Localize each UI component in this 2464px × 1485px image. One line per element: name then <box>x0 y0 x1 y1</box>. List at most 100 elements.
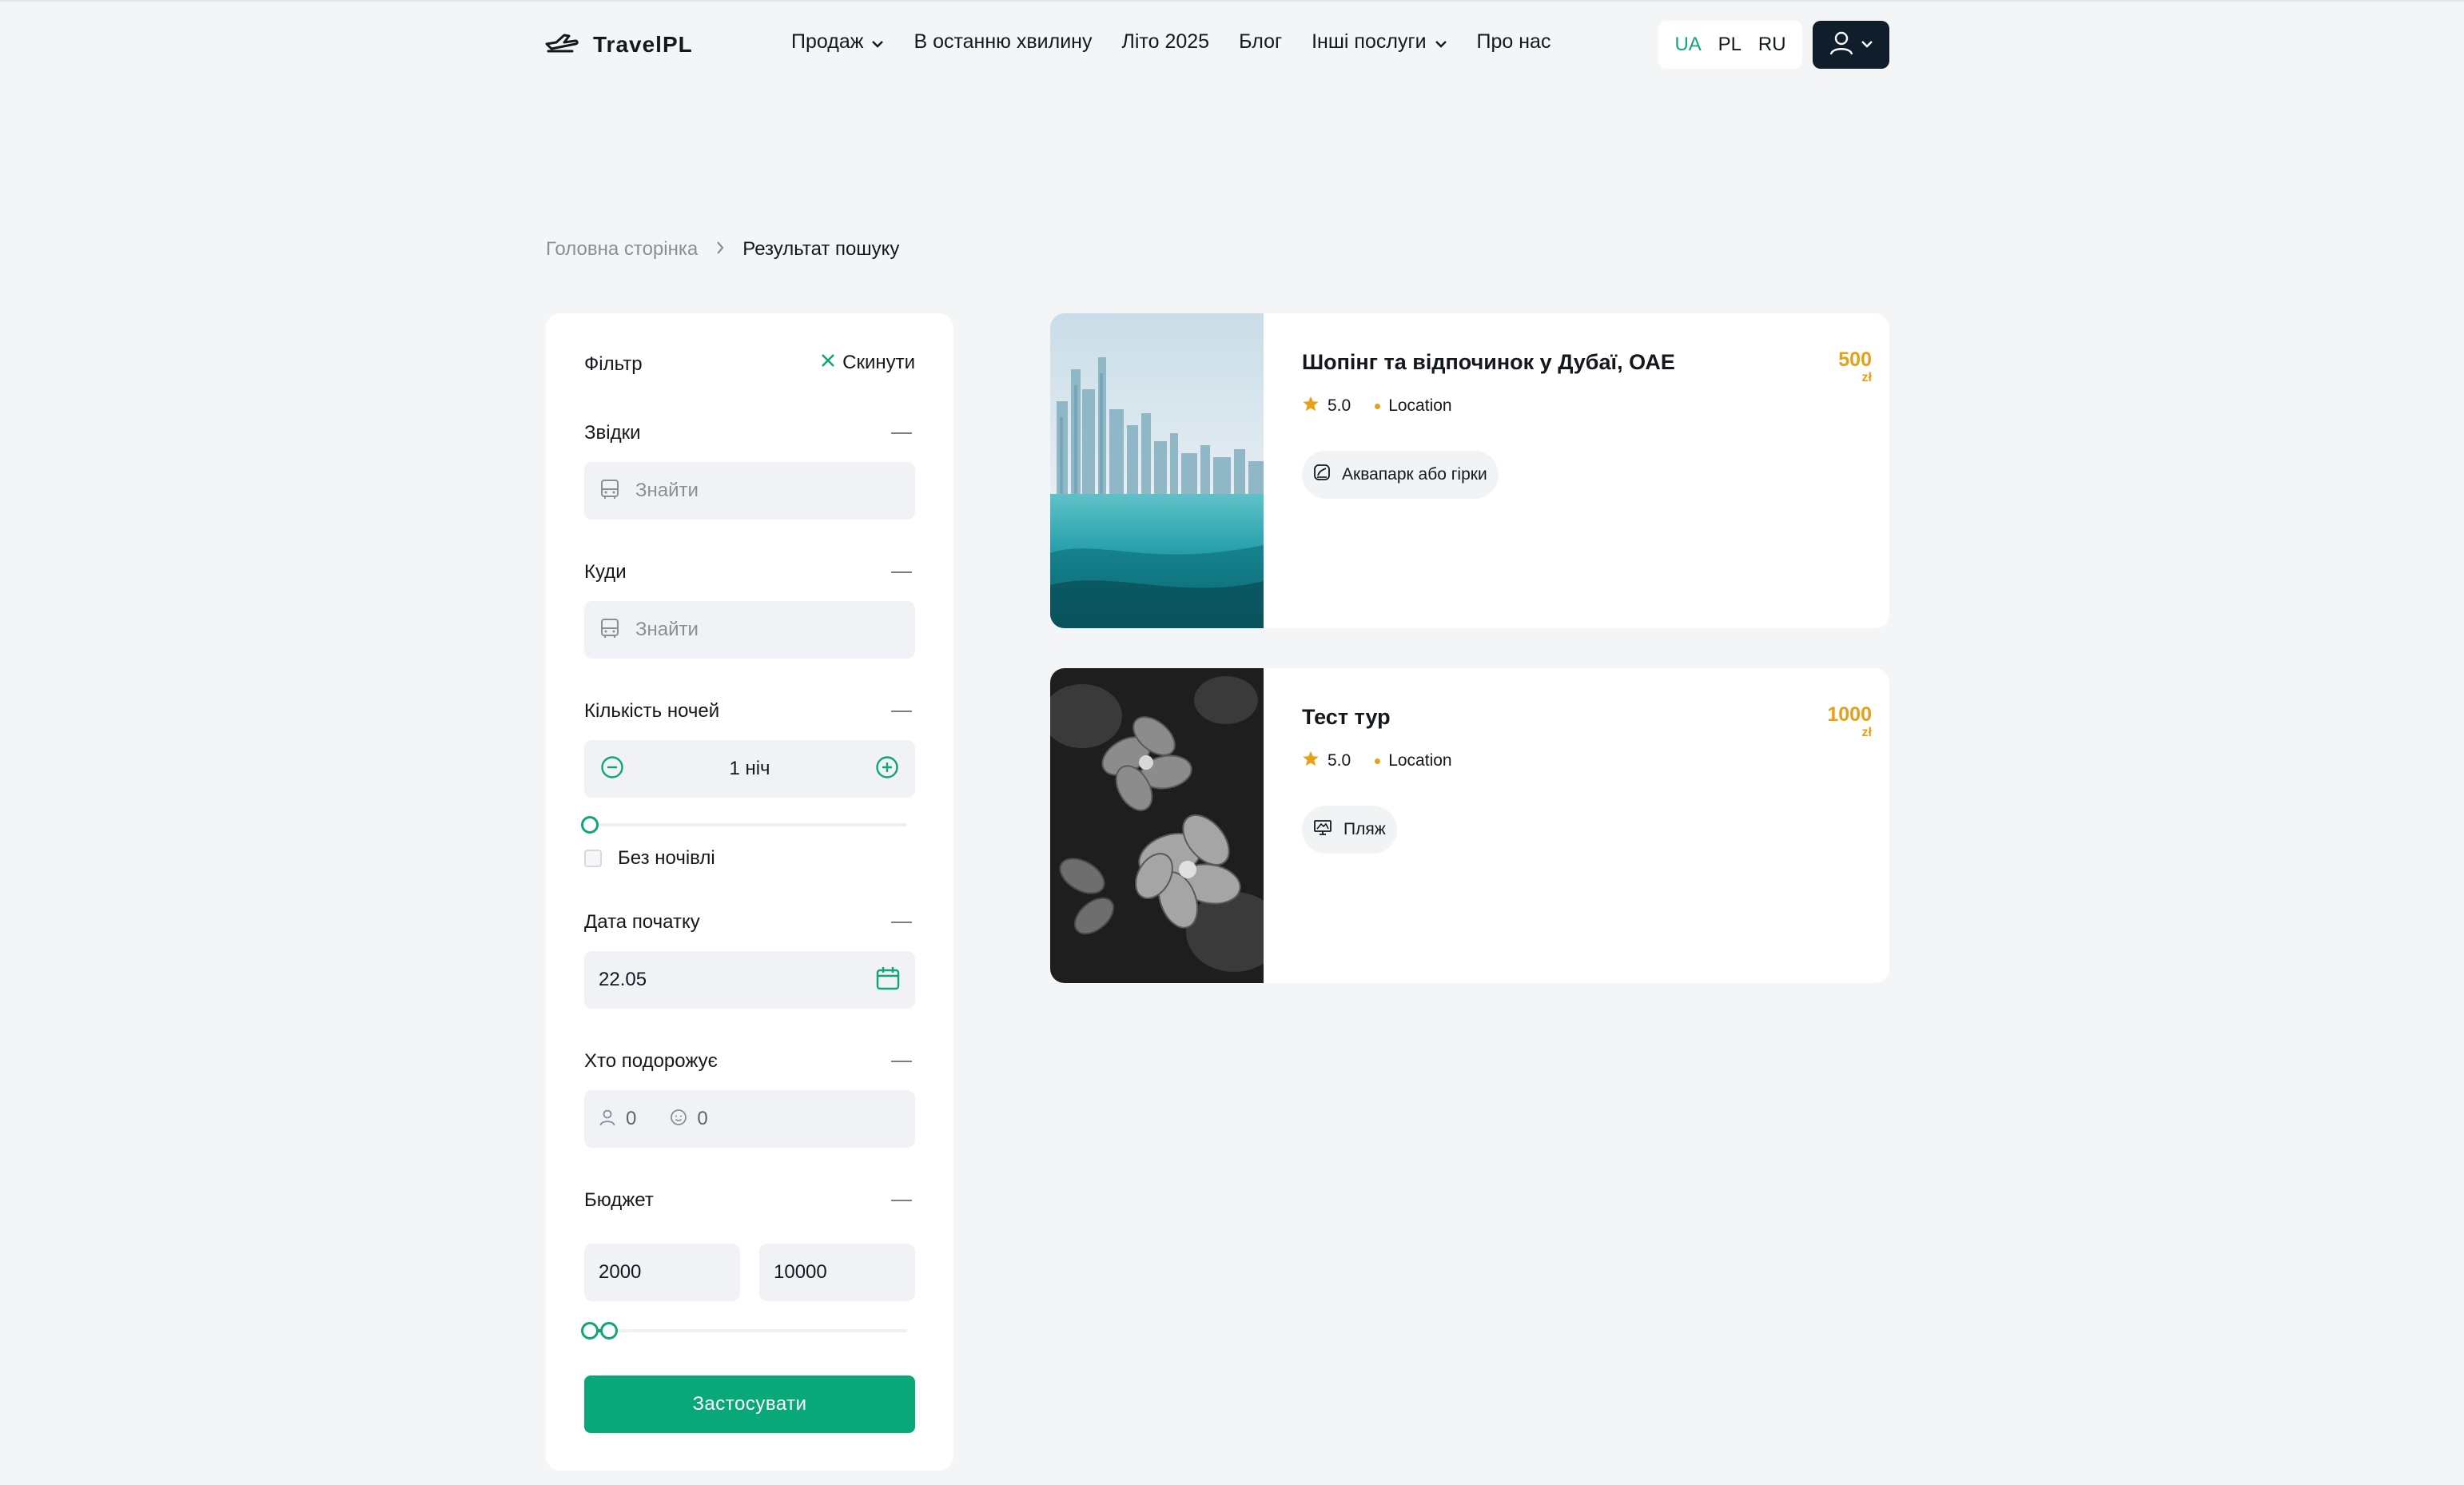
lang-ru[interactable]: RU <box>1758 34 1786 56</box>
budget-max-field <box>759 1244 915 1301</box>
price-amount: 1000 <box>1827 703 1872 726</box>
to-label: Куди <box>584 561 627 583</box>
tour-title[interactable]: Шопінг та відпочинок у Дубаї, ОАЕ <box>1302 350 1675 375</box>
from-input[interactable] <box>635 480 901 502</box>
lang-ua[interactable]: UA <box>1674 34 1701 56</box>
budget-label: Бюджет <box>584 1189 654 1211</box>
language-switcher: UA PL RU <box>1658 21 1802 69</box>
breadcrumb-home[interactable]: Головна сторінка <box>546 238 698 261</box>
from-label: Звідки <box>584 422 641 444</box>
tour-tag: Пляж <box>1302 806 1397 854</box>
tour-rating: 5.0 <box>1328 751 1351 770</box>
lang-pl[interactable]: PL <box>1718 34 1742 56</box>
chevron-down-icon <box>1861 38 1873 52</box>
tag-label: Аквапарк або гірки <box>1342 465 1487 484</box>
collapse-travelers-button[interactable] <box>891 1061 912 1062</box>
logo-text: TravelPL <box>593 32 693 57</box>
no-overnight-checkbox[interactable] <box>584 850 602 867</box>
plus-circle-icon[interactable] <box>875 755 899 783</box>
budget-min-knob[interactable] <box>581 1322 599 1340</box>
tag-label: Пляж <box>1343 820 1386 838</box>
nights-slider-knob[interactable] <box>581 816 599 834</box>
from-field <box>584 462 915 520</box>
nights-slider[interactable] <box>581 816 907 834</box>
price-currency: zł <box>1861 371 1872 384</box>
start-date-input[interactable] <box>599 969 861 991</box>
reset-label: Скинути <box>842 352 915 373</box>
calendar-icon[interactable] <box>875 965 901 995</box>
budget-slider[interactable] <box>581 1322 907 1340</box>
header: TravelPL Продаж В останню хвилину Літо 2… <box>545 21 1889 69</box>
main-nav: Продаж В останню хвилину Літо 2025 Блог … <box>791 30 1550 54</box>
nav-about[interactable]: Про нас <box>1477 30 1551 54</box>
collapse-nights-button[interactable] <box>891 711 912 712</box>
tour-rating: 5.0 <box>1328 396 1351 415</box>
star-icon <box>1302 750 1320 772</box>
nav-summer-2025[interactable]: Літо 2025 <box>1121 30 1209 54</box>
nav-label: Про нас <box>1476 30 1551 53</box>
minus-circle-icon[interactable] <box>600 755 624 783</box>
chevron-right-icon <box>715 238 725 261</box>
adult-icon <box>599 1109 616 1130</box>
location-dot <box>1375 403 1381 409</box>
tour-image-flowers <box>1050 668 1264 983</box>
tour-image-dubai <box>1050 313 1264 628</box>
collapse-budget-button[interactable] <box>891 1200 912 1201</box>
close-icon <box>820 352 836 374</box>
collapse-from-button[interactable] <box>891 432 912 434</box>
adults-count: 0 <box>626 1108 637 1129</box>
bus-icon <box>599 478 621 504</box>
tour-price: 1000 zł <box>1827 705 1872 739</box>
user-icon <box>1829 30 1854 60</box>
nav-blog[interactable]: Блог <box>1239 30 1282 54</box>
budget-min-input[interactable] <box>599 1261 726 1284</box>
nav-label: В останню хвилину <box>914 30 1093 53</box>
children-count: 0 <box>697 1108 708 1129</box>
logo[interactable]: TravelPL <box>545 29 693 61</box>
to-input[interactable] <box>635 619 901 641</box>
price-currency: zł <box>1861 726 1872 739</box>
plane-icon <box>545 33 579 58</box>
budget-max-knob[interactable] <box>600 1322 619 1340</box>
waterpark-icon <box>1313 464 1331 486</box>
budget-min-field <box>584 1244 740 1301</box>
price-amount: 500 <box>1838 348 1872 371</box>
reset-button[interactable]: Скинути <box>820 352 915 374</box>
travelers-field[interactable]: 0 0 <box>584 1090 915 1148</box>
filter-panel: Фільтр Скинути Звідки Куди Кількість ноч… <box>546 313 953 1471</box>
beach-icon <box>1313 818 1332 841</box>
chevron-down-icon <box>1435 30 1447 54</box>
filter-title: Фільтр <box>584 353 643 375</box>
tour-location: Location <box>1388 751 1452 770</box>
to-field <box>584 601 915 659</box>
tour-card[interactable]: Шопінг та відпочинок у Дубаї, ОАЕ 500 zł… <box>1050 313 1889 628</box>
nav-label: Продаж <box>791 30 864 53</box>
breadcrumb-current: Результат пошуку <box>742 238 900 260</box>
top-border <box>0 0 2464 2</box>
nav-other-services[interactable]: Інші послуги <box>1312 30 1447 54</box>
tour-tag: Аквапарк або гірки <box>1302 451 1499 499</box>
tour-meta: 5.0 Location <box>1302 395 1452 417</box>
no-overnight-label: Без ночівлі <box>618 847 715 869</box>
child-icon <box>670 1109 687 1130</box>
tour-card[interactable]: Тест тур 1000 zł 5.0 Location Пляж <box>1050 668 1889 983</box>
user-menu-button[interactable] <box>1813 21 1889 69</box>
start-date-field <box>584 951 915 1009</box>
no-overnight-row: Без ночівлі <box>584 847 715 870</box>
start-date-label: Дата початку <box>584 911 700 933</box>
budget-max-input[interactable] <box>774 1261 901 1284</box>
nav-label: Літо 2025 <box>1121 30 1210 53</box>
tour-title[interactable]: Тест тур <box>1302 705 1391 730</box>
collapse-date-button[interactable] <box>891 922 912 923</box>
apply-button[interactable]: Застосувати <box>584 1376 915 1433</box>
travelers-label: Хто подорожує <box>584 1050 718 1072</box>
nights-value: 1 ніч <box>729 758 770 779</box>
nav-label: Блог <box>1239 30 1283 53</box>
nav-last-minute[interactable]: В останню хвилину <box>914 30 1092 54</box>
tour-location: Location <box>1388 396 1452 415</box>
nights-label: Кількість ночей <box>584 700 720 722</box>
collapse-to-button[interactable] <box>891 571 912 573</box>
nav-sale[interactable]: Продаж <box>791 30 884 54</box>
nights-stepper: 1 ніч <box>584 740 915 798</box>
location-dot <box>1375 758 1381 764</box>
